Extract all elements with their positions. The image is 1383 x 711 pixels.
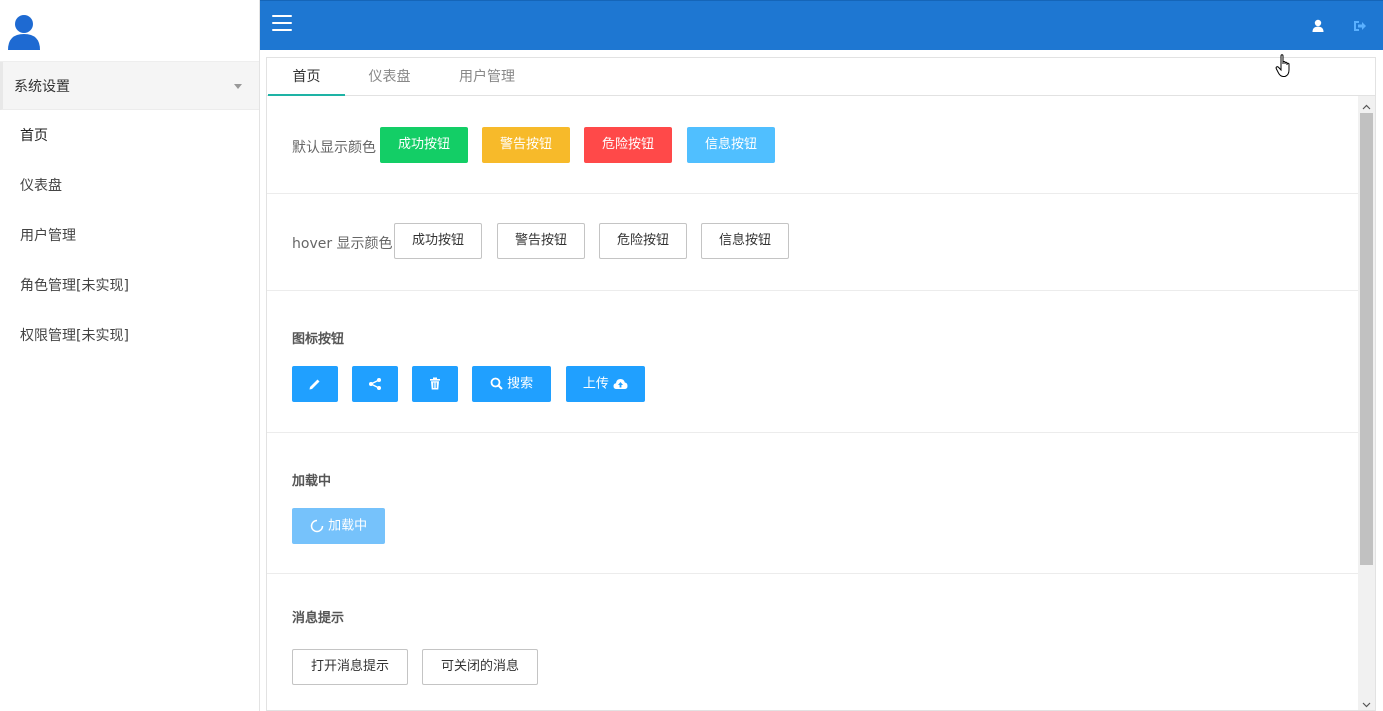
edit-button[interactable] — [292, 366, 338, 402]
user-icon[interactable] — [1311, 19, 1325, 33]
info-button[interactable]: 信息按钮 — [687, 127, 775, 163]
sidebar-item-home[interactable]: 首页 — [0, 110, 259, 160]
section-message: 消息提示 打开消息提示 可关闭的消息 — [267, 574, 1359, 710]
success-button[interactable]: 成功按钮 — [380, 127, 468, 163]
sidebar-item-users[interactable]: 用户管理 — [0, 210, 259, 260]
pencil-icon — [308, 366, 322, 402]
sidebar-item-roles[interactable]: 角色管理[未实现] — [0, 260, 259, 310]
sidebar-item-label: 首页 — [20, 128, 48, 144]
share-button[interactable] — [352, 366, 398, 402]
scrollbar-thumb[interactable] — [1360, 113, 1373, 565]
sidebar-item-permissions[interactable]: 权限管理[未实现] — [0, 310, 259, 360]
sidebar-item-label: 角色管理[未实现] — [20, 278, 129, 294]
top-bar — [260, 0, 1383, 50]
sidebar-item-label: 仪表盘 — [20, 178, 62, 194]
main-frame: 首页 仪表盘 用户管理 默认显示颜色 成功按钮 警告按钮 危险按钮 信息按钮 h… — [266, 57, 1376, 711]
sidebar-group-label: 系统设置 — [14, 78, 70, 95]
sidebar-item-label: 用户管理 — [20, 228, 76, 244]
section-icon-buttons: 图标按钮 搜索 上传 — [267, 291, 1359, 433]
search-icon — [490, 366, 503, 402]
delete-button[interactable] — [412, 366, 458, 402]
spinner-icon — [310, 508, 324, 544]
tab-label: 用户管理 — [459, 69, 515, 85]
sidebar-item-dashboard[interactable]: 仪表盘 — [0, 160, 259, 210]
chevron-down-icon — [234, 84, 242, 89]
tab-label: 首页 — [292, 69, 321, 85]
user-avatar-icon[interactable] — [8, 14, 40, 50]
logo-area — [0, 0, 259, 62]
hamburger-icon[interactable] — [272, 15, 292, 33]
upload-button[interactable]: 上传 — [566, 366, 645, 402]
row-label: 默认显示颜色 — [292, 140, 376, 156]
warning-button[interactable]: 警告按钮 — [482, 127, 570, 163]
search-button[interactable]: 搜索 — [472, 366, 551, 402]
chevron-up-icon[interactable] — [1362, 100, 1371, 110]
section-default-colors: 默认显示颜色 成功按钮 警告按钮 危险按钮 信息按钮 — [267, 96, 1359, 194]
sidebar-group-system-settings[interactable]: 系统设置 — [0, 62, 259, 110]
search-button-label: 搜索 — [507, 376, 534, 392]
row-label: hover 显示颜色 — [292, 236, 393, 252]
open-message-button[interactable]: 打开消息提示 — [292, 649, 408, 685]
share-icon — [368, 366, 382, 402]
hand-cursor-icon — [1275, 54, 1293, 78]
closable-message-button[interactable]: 可关闭的消息 — [422, 649, 538, 685]
loading-button-label: 加载中 — [328, 518, 368, 534]
upload-button-label: 上传 — [582, 376, 609, 392]
cloud-upload-icon — [613, 366, 628, 402]
sidebar-item-label: 权限管理[未实现] — [20, 328, 129, 344]
tab-label: 仪表盘 — [368, 69, 411, 85]
info-hover-button[interactable]: 信息按钮 — [701, 223, 789, 259]
warning-hover-button[interactable]: 警告按钮 — [497, 223, 585, 259]
logout-icon[interactable] — [1353, 19, 1367, 33]
tab-bar: 首页 仪表盘 用户管理 — [267, 58, 1375, 96]
chevron-down-icon[interactable] — [1362, 697, 1371, 708]
tab-home[interactable]: 首页 — [268, 58, 345, 96]
loading-button[interactable]: 加载中 — [292, 508, 385, 544]
section-title: 图标按钮 — [292, 332, 345, 347]
section-title: 消息提示 — [292, 611, 345, 626]
vertical-scrollbar[interactable] — [1358, 96, 1375, 710]
tab-users[interactable]: 用户管理 — [447, 58, 527, 96]
section-loading: 加载中 加载中 — [267, 433, 1359, 574]
danger-hover-button[interactable]: 危险按钮 — [599, 223, 687, 259]
section-hover-colors: hover 显示颜色 成功按钮 警告按钮 危险按钮 信息按钮 — [267, 194, 1359, 291]
danger-button[interactable]: 危险按钮 — [584, 127, 672, 163]
success-hover-button[interactable]: 成功按钮 — [394, 223, 482, 259]
trash-icon — [429, 366, 441, 402]
sidebar: 系统设置 首页 仪表盘 用户管理 角色管理[未实现] 权限管理[未实现] — [0, 0, 260, 711]
content-area: 默认显示颜色 成功按钮 警告按钮 危险按钮 信息按钮 hover 显示颜色 成功… — [267, 96, 1359, 710]
tab-dashboard[interactable]: 仪表盘 — [357, 58, 422, 96]
section-title: 加载中 — [292, 474, 332, 489]
